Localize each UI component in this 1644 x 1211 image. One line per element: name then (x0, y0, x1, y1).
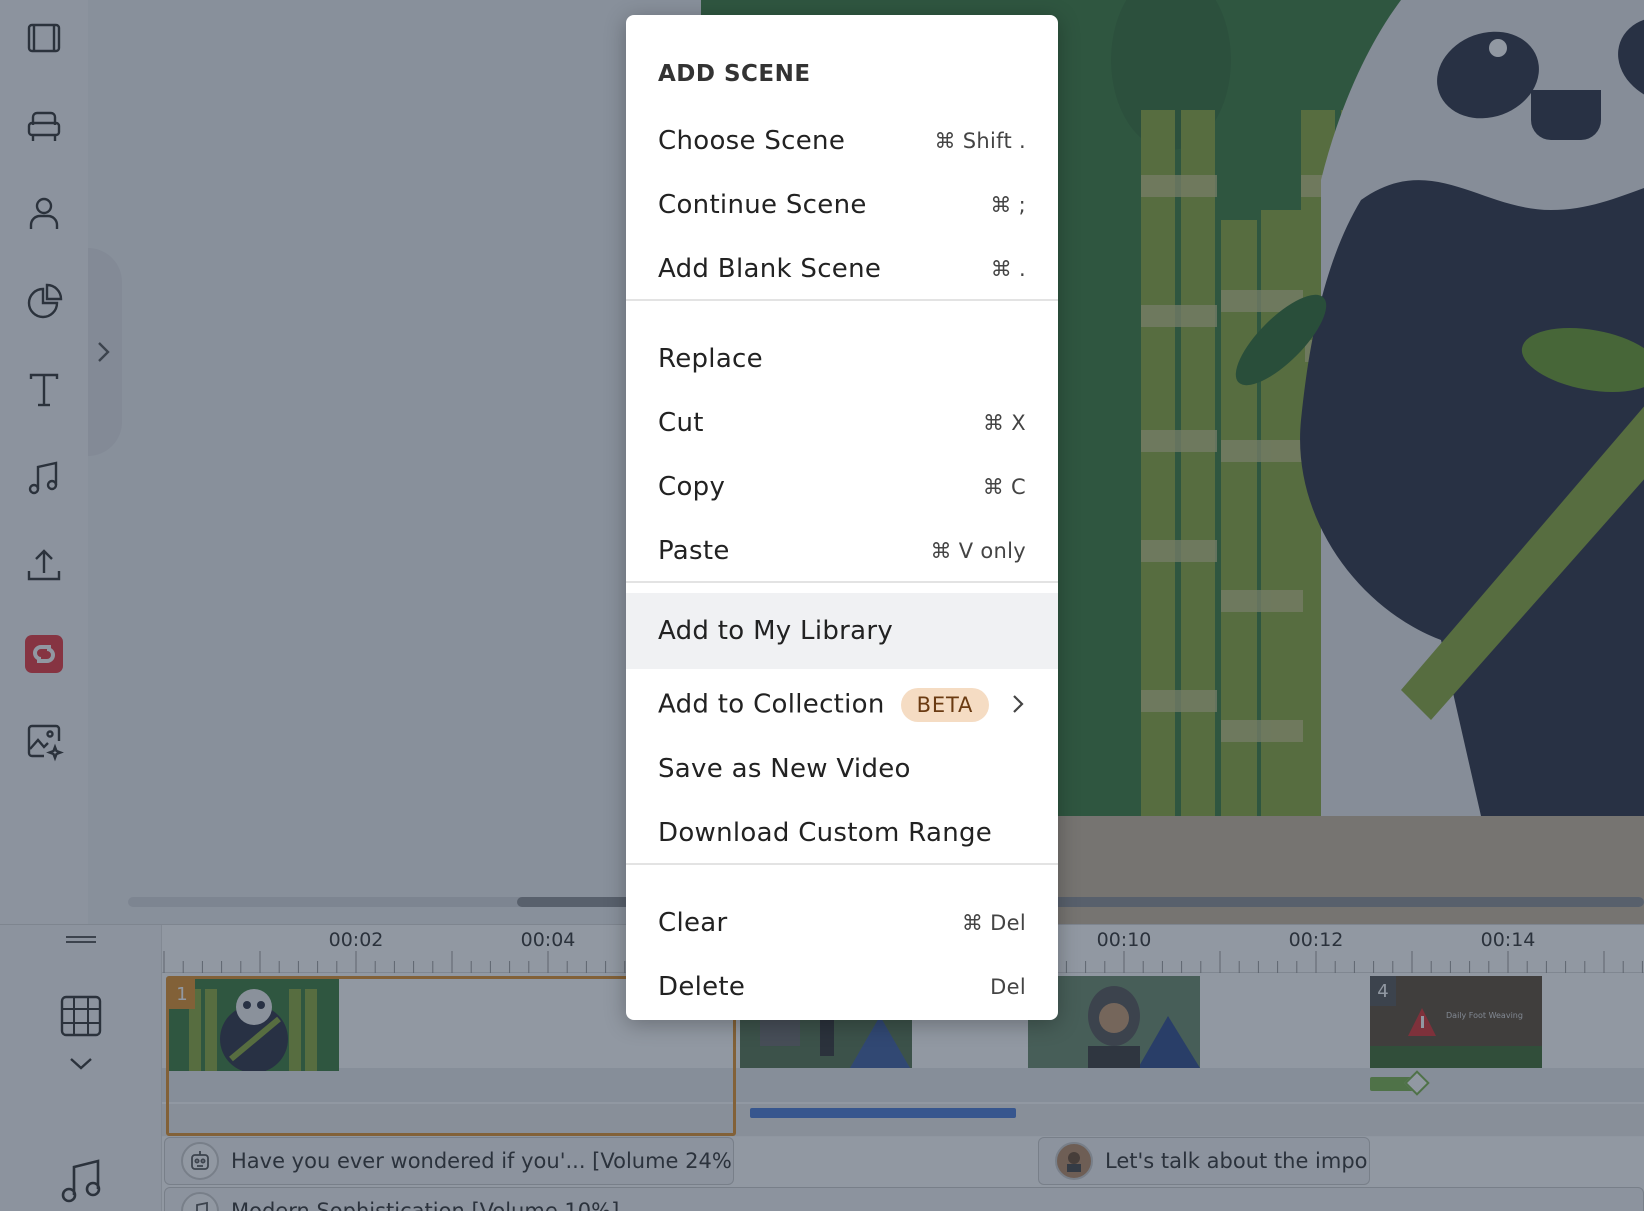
audio-icon[interactable] (20, 454, 68, 502)
clip-label: Have you ever wondered if you'... [Volum… (231, 1149, 734, 1173)
scene-context-menu: ADD SCENE Choose Scene ⌘ Shift . Continu… (626, 15, 1058, 1020)
menu-item-label: Choose Scene (658, 126, 846, 156)
menu-item-shortcut: ⌘ Shift . (934, 129, 1026, 153)
menu-item-shortcut: ⌘ . (990, 257, 1026, 281)
characters-icon[interactable] (20, 190, 68, 238)
menu-item-download-custom-range[interactable]: Download Custom Range (626, 801, 1058, 865)
clip-label: Let's talk about the impo (1105, 1149, 1368, 1173)
music-note-icon (181, 1192, 219, 1211)
menu-item-shortcut: ⌘ Del (961, 911, 1026, 935)
menu-divider (626, 863, 1058, 865)
menu-item-label: Cut (658, 408, 704, 438)
menu-item-shortcut: ⌘ ; (990, 193, 1026, 217)
tick-label: 00:14 (1480, 929, 1536, 951)
menu-item-save-as-new-video[interactable]: Save as New Video (626, 737, 1058, 801)
menu-item-shortcut: ⌘ X (983, 411, 1026, 435)
menu-item-label: Continue Scene (658, 190, 867, 220)
menu-item-choose-scene[interactable]: Choose Scene ⌘ Shift . (626, 109, 1058, 173)
audio-track: Have you ever wondered if you'... [Volum… (162, 1137, 1644, 1211)
chevron-down-icon[interactable] (68, 1055, 94, 1073)
voiceover-clip[interactable]: Let's talk about the impo (1038, 1137, 1370, 1185)
scenes-track-icon (60, 995, 102, 1037)
menu-item-label: Replace (658, 344, 763, 374)
menu-item-delete[interactable]: Delete Del (626, 955, 1058, 1019)
menu-divider (626, 299, 1058, 301)
menu-item-label: Download Custom Range (658, 818, 993, 848)
menu-item-label: Clear (658, 908, 728, 938)
robot-voice-icon (181, 1142, 219, 1180)
menu-item-cut[interactable]: Cut ⌘ X (626, 391, 1058, 455)
scenes-icon[interactable] (20, 14, 68, 62)
menu-item-label: Add to Collection (658, 689, 885, 720)
menu-item-label: Add Blank Scene (658, 254, 882, 284)
menu-item-replace[interactable]: Replace (626, 327, 1058, 391)
chevron-right-icon (1010, 689, 1026, 722)
menu-item-copy[interactable]: Copy ⌘ C (626, 455, 1058, 519)
upload-icon[interactable] (20, 542, 68, 590)
tick-label: 00:10 (1096, 929, 1152, 951)
menu-item-paste[interactable]: Paste ⌘ V only (626, 519, 1058, 583)
tick-label: 00:02 (328, 929, 384, 951)
menu-item-add-to-collection[interactable]: Add to Collection BETA (626, 673, 1058, 737)
audio-track-icon (61, 1159, 101, 1203)
menu-item-shortcut: Del (990, 975, 1026, 999)
scene-block-4[interactable]: Daily Foot Weaving 4 (1370, 976, 1542, 1068)
ai-image-icon[interactable] (20, 718, 68, 766)
scene-thumbnail-text: Daily Foot Weaving (1446, 1011, 1523, 1020)
scene-number-badge: 1 (169, 979, 195, 1009)
transition-bar[interactable] (740, 1103, 1026, 1123)
expand-panel-tab[interactable] (88, 248, 122, 456)
timeline-left-panel (0, 925, 162, 1211)
menu-header: ADD SCENE (658, 61, 811, 87)
tick-label: 00:12 (1288, 929, 1344, 951)
menu-item-add-blank-scene[interactable]: Add Blank Scene ⌘ . (626, 237, 1058, 301)
menu-item-shortcut: ⌘ C (982, 475, 1026, 499)
chevron-right-icon (98, 342, 110, 362)
voiceover-clip[interactable]: Have you ever wondered if you'... [Volum… (164, 1137, 734, 1185)
menu-item-label: Copy (658, 472, 726, 502)
charts-icon[interactable] (20, 278, 68, 326)
menu-item-continue-scene[interactable]: Continue Scene ⌘ ; (626, 173, 1058, 237)
text-icon[interactable] (20, 366, 68, 414)
menu-item-label: Delete (658, 972, 746, 1002)
menu-item-label: Save as New Video (658, 754, 911, 784)
drag-handle-icon[interactable] (64, 931, 98, 951)
avatar (1055, 1142, 1093, 1180)
scene-number-badge: 4 (1370, 976, 1396, 1006)
props-icon[interactable] (20, 102, 68, 150)
brand-app-icon[interactable] (20, 630, 68, 678)
menu-item-label: Paste (658, 536, 730, 566)
menu-item-shortcut: ⌘ V only (930, 539, 1026, 563)
left-toolbar (0, 0, 88, 924)
video-editor: 00:02 00:04 00:10 00:12 00:14 1 Daily Fo… (0, 0, 1644, 1211)
menu-item-add-to-my-library[interactable]: Add to My Library (626, 593, 1058, 669)
music-clip[interactable]: Modern Sophistication [Volume 10%] (164, 1187, 1644, 1211)
beta-badge: BETA (900, 688, 990, 722)
clip-label: Modern Sophistication [Volume 10%] (231, 1199, 620, 1211)
menu-item-label: Add to My Library (658, 616, 894, 646)
menu-divider (626, 581, 1058, 583)
tick-label: 00:04 (520, 929, 576, 951)
menu-item-clear[interactable]: Clear ⌘ Del (626, 891, 1058, 955)
